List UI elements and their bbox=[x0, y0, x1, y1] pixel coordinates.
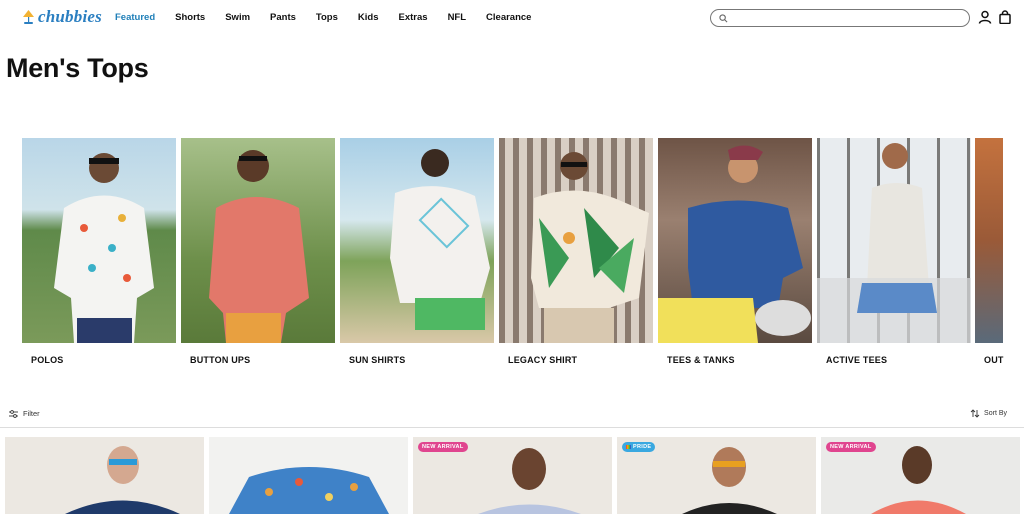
category-image-tees-tanks bbox=[658, 138, 812, 343]
search-input[interactable] bbox=[732, 13, 952, 23]
nav-item-featured[interactable]: Featured bbox=[115, 12, 155, 23]
category-label: BUTTON UPS bbox=[190, 355, 251, 365]
product-card[interactable] bbox=[209, 437, 408, 514]
category-image-button-ups bbox=[181, 138, 335, 343]
category-label: SUN SHIRTS bbox=[349, 355, 406, 365]
site-header: chubbies Featured Shorts Swim Pants Tops… bbox=[0, 0, 1024, 34]
search-icon bbox=[719, 13, 728, 22]
sort-label: Sort By bbox=[984, 410, 1007, 417]
nav-item-tops[interactable]: Tops bbox=[316, 12, 338, 23]
sort-arrows-icon bbox=[970, 409, 980, 418]
badge-pride: PRIDE bbox=[622, 442, 656, 452]
sort-button[interactable]: Sort By bbox=[970, 409, 1007, 418]
main-nav: Featured Shorts Swim Pants Tops Kids Ext… bbox=[115, 0, 551, 34]
category-label: ACTIVE TEES bbox=[826, 355, 888, 365]
umbrella-logo-icon bbox=[23, 10, 34, 24]
category-image-legacy-shirt bbox=[499, 138, 653, 343]
category-image-out bbox=[975, 138, 1003, 343]
product-grid: NEW ARRIVAL PRIDE NEW ARRIVAL bbox=[5, 437, 1024, 514]
nav-item-shorts[interactable]: Shorts bbox=[175, 12, 205, 23]
nav-item-clearance[interactable]: Clearance bbox=[486, 12, 531, 23]
category-label: LEGACY SHIRT bbox=[508, 355, 578, 365]
nav-item-swim[interactable]: Swim bbox=[225, 12, 250, 23]
nav-item-kids[interactable]: Kids bbox=[358, 12, 379, 23]
category-image-sun-shirts bbox=[340, 138, 494, 343]
page-title: Men's Tops bbox=[6, 53, 149, 83]
category-label: OUT bbox=[984, 355, 1004, 365]
filter-label: Filter bbox=[23, 409, 40, 418]
nav-item-extras[interactable]: Extras bbox=[399, 12, 428, 23]
account-icon[interactable] bbox=[978, 10, 992, 24]
category-label: TEES & TANKS bbox=[667, 355, 735, 365]
cart-bag-icon[interactable] bbox=[998, 10, 1012, 24]
filter-bar: Filter Sort By bbox=[0, 404, 1024, 428]
pride-flag-icon bbox=[626, 444, 631, 449]
category-card-button-ups[interactable]: BUTTON UPS bbox=[181, 138, 335, 365]
category-card-out[interactable]: OUT bbox=[975, 138, 1024, 365]
nav-item-nfl[interactable]: NFL bbox=[448, 12, 466, 23]
category-carousel: POLOS BUTTON UPS SUN SHIRTS LEGACY SHIRT… bbox=[22, 138, 1024, 370]
brand-name: chubbies bbox=[38, 7, 102, 26]
category-label: POLOS bbox=[31, 355, 64, 365]
filter-sliders-icon bbox=[9, 409, 18, 418]
product-card[interactable]: NEW ARRIVAL bbox=[821, 437, 1020, 514]
category-card-polos[interactable]: POLOS bbox=[22, 138, 176, 365]
category-image-polos bbox=[22, 138, 176, 343]
badge-new-arrival: NEW ARRIVAL bbox=[826, 442, 876, 452]
filter-button[interactable]: Filter bbox=[9, 409, 40, 418]
badge-label: PRIDE bbox=[633, 444, 652, 450]
product-card[interactable]: NEW ARRIVAL bbox=[413, 437, 612, 514]
product-card[interactable]: PRIDE bbox=[617, 437, 816, 514]
product-card[interactable] bbox=[5, 437, 204, 514]
nav-item-pants[interactable]: Pants bbox=[270, 12, 296, 23]
badge-new-arrival: NEW ARRIVAL bbox=[418, 442, 468, 452]
brand-logo[interactable]: chubbies bbox=[22, 7, 102, 27]
category-card-legacy-shirt[interactable]: LEGACY SHIRT bbox=[499, 138, 653, 365]
category-image-active-tees bbox=[817, 138, 971, 343]
category-card-sun-shirts[interactable]: SUN SHIRTS bbox=[340, 138, 494, 365]
search-bar bbox=[710, 9, 970, 27]
category-card-active-tees[interactable]: ACTIVE TEES bbox=[817, 138, 971, 365]
category-card-tees-tanks[interactable]: TEES & TANKS bbox=[658, 138, 812, 365]
